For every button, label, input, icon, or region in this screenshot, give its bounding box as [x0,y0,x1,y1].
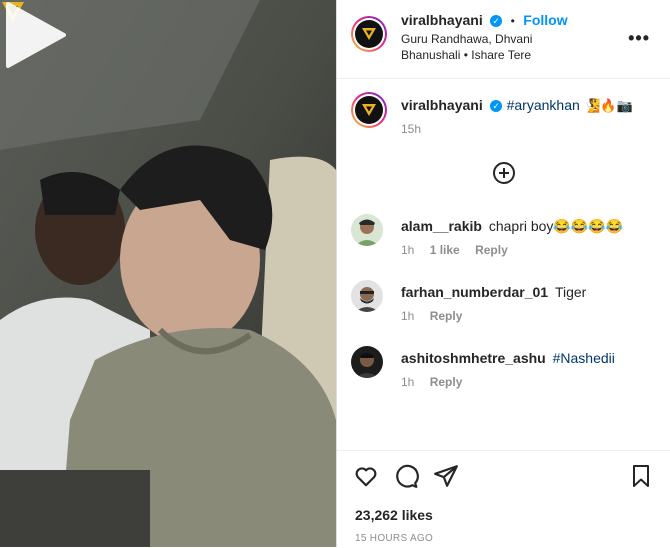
reply-button[interactable]: Reply [430,309,463,323]
post-header: viralbhayani ✓ • Follow Guru Randhawa, D… [337,0,670,79]
comment-hashtag[interactable]: #Nashedii [553,350,615,366]
comment-text: chapri boy😂😂😂😂 [488,218,624,234]
save-icon[interactable] [629,463,653,489]
author-username[interactable]: viralbhayani [401,12,483,28]
video-frame [0,0,336,547]
more-options-icon[interactable]: ••• [628,28,650,49]
reply-button[interactable]: Reply [430,375,463,389]
caption-username[interactable]: viralbhayani [401,97,483,113]
comment-time[interactable]: 1h [401,309,414,323]
comment-item: ashitoshmhetre_ashu #Nashedii [401,350,615,366]
verified-badge-icon: ✓ [490,14,503,27]
post-actions: 23,262 likes 15 HOURS AGO [337,450,670,548]
comment-username[interactable]: alam__rakib [401,218,482,234]
comment-meta: 1h Reply [401,375,474,389]
location-link[interactable]: Guru Randhawa, Dhvani Bhanushali • Ishar… [401,31,586,63]
caption-avatar[interactable] [351,92,387,128]
author-logo-icon [355,20,383,48]
comment-likes[interactable]: 1 like [430,243,460,257]
share-icon[interactable] [433,463,459,489]
heart-icon[interactable] [353,463,379,489]
comment-time[interactable]: 1h [401,243,414,257]
separator-dot: • [510,14,515,28]
likes-count[interactable]: 23,262 likes [355,507,433,523]
caption: viralbhayani ✓ #aryankhan 🧏🔥📷 [401,97,633,115]
comment-text: Tiger [554,284,587,300]
comment-avatar[interactable] [351,214,383,246]
comment-item: farhan_numberdar_01 Tiger [401,284,586,300]
load-more-plus-icon[interactable] [493,162,515,184]
comment-avatar[interactable] [351,280,383,312]
comment-avatar[interactable] [351,346,383,378]
follow-button[interactable]: Follow [523,12,567,28]
caption-hashtag[interactable]: #aryankhan [507,97,580,113]
author-avatar[interactable] [351,16,387,52]
comment-meta: 1h 1 like Reply [401,243,520,257]
verified-badge-icon: ✓ [490,99,503,112]
comment-icon[interactable] [393,463,419,489]
caption-time[interactable]: 15h [401,122,421,136]
comment-username[interactable]: farhan_numberdar_01 [401,284,548,300]
instagram-post: viralbhayani ✓ • Follow Guru Randhawa, D… [0,0,670,547]
caption-emojis: 🧏🔥📷 [584,98,633,113]
comment-meta: 1h Reply [401,309,474,323]
caption-logo-icon [355,96,383,124]
post-timestamp[interactable]: 15 HOURS AGO [355,533,433,544]
comment-username[interactable]: ashitoshmhetre_ashu [401,350,546,366]
post-video[interactable] [0,0,336,547]
reply-button[interactable]: Reply [475,243,508,257]
play-icon[interactable] [0,0,70,70]
comment-time[interactable]: 1h [401,375,414,389]
post-sidebar: viralbhayani ✓ • Follow Guru Randhawa, D… [336,0,670,547]
comment-item: alam__rakib chapri boy😂😂😂😂 [401,218,623,235]
